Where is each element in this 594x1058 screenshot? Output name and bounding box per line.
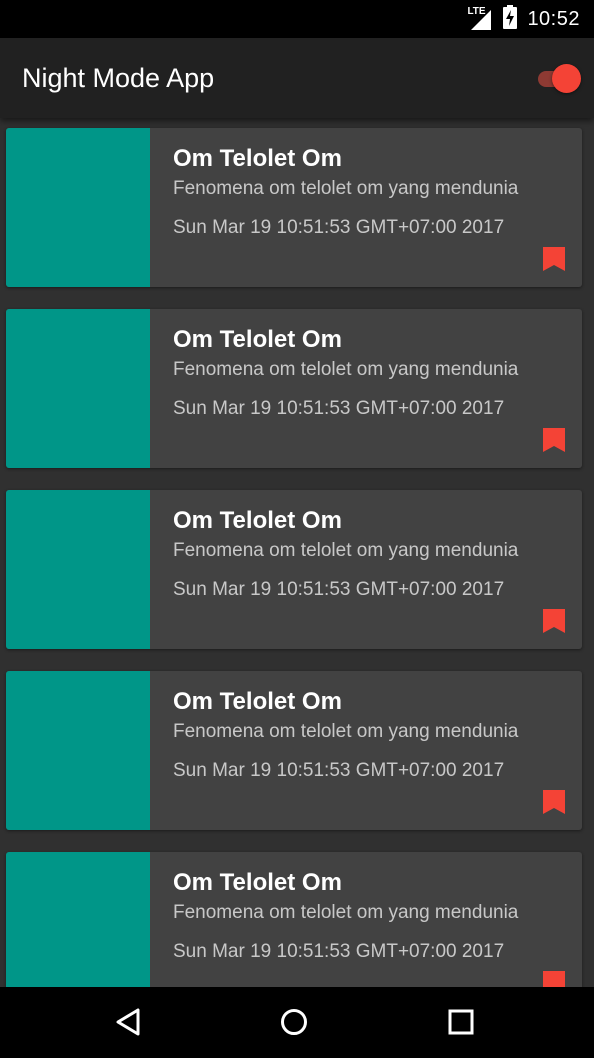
status-time: 10:52 <box>527 7 580 30</box>
app-title: Night Mode App <box>22 62 215 93</box>
item-thumbnail <box>6 490 150 649</box>
list-item[interactable]: Om Telolet Om Fenomena om telolet om yan… <box>6 490 582 649</box>
item-thumbnail <box>6 128 150 287</box>
item-date: Sun Mar 19 10:51:53 GMT+07:00 2017 <box>173 398 505 419</box>
list-item[interactable]: Om Telolet Om Fenomena om telolet om yan… <box>6 309 582 468</box>
bookmark-icon[interactable] <box>543 247 565 271</box>
lte-signal-icon: LTE <box>465 6 493 32</box>
item-subtitle: Fenomena om telolet om yang mendunia <box>173 178 519 199</box>
navigation-bar <box>0 987 594 1058</box>
status-bar: LTE 10:52 <box>0 0 594 38</box>
item-title: Om Telolet Om <box>173 507 342 534</box>
bookmark-icon[interactable] <box>543 790 565 814</box>
item-subtitle: Fenomena om telolet om yang mendunia <box>173 359 519 380</box>
item-subtitle: Fenomena om telolet om yang mendunia <box>173 902 519 923</box>
article-list: Om Telolet Om Fenomena om telolet om yan… <box>6 128 582 1033</box>
bookmark-icon[interactable] <box>543 428 565 452</box>
recents-icon[interactable] <box>446 1007 476 1037</box>
home-icon[interactable] <box>279 1007 309 1037</box>
item-title: Om Telolet Om <box>173 688 342 715</box>
item-date: Sun Mar 19 10:51:53 GMT+07:00 2017 <box>173 760 505 781</box>
item-title: Om Telolet Om <box>173 145 342 172</box>
bookmark-icon[interactable] <box>543 609 565 633</box>
item-date: Sun Mar 19 10:51:53 GMT+07:00 2017 <box>173 579 505 600</box>
item-date: Sun Mar 19 10:51:53 GMT+07:00 2017 <box>173 941 505 962</box>
item-title: Om Telolet Om <box>173 869 342 896</box>
toggle-thumb <box>552 64 581 93</box>
list-item[interactable]: Om Telolet Om Fenomena om telolet om yan… <box>6 671 582 830</box>
item-date: Sun Mar 19 10:51:53 GMT+07:00 2017 <box>173 217 505 238</box>
item-thumbnail <box>6 309 150 468</box>
list-item[interactable]: Om Telolet Om Fenomena om telolet om yan… <box>6 128 582 287</box>
app-bar: Night Mode App <box>0 38 594 118</box>
item-title: Om Telolet Om <box>173 326 342 353</box>
night-mode-toggle[interactable] <box>534 62 584 94</box>
battery-charging-icon <box>503 4 518 34</box>
item-thumbnail <box>6 671 150 830</box>
back-icon[interactable] <box>113 1007 143 1037</box>
item-subtitle: Fenomena om telolet om yang mendunia <box>173 540 519 561</box>
item-subtitle: Fenomena om telolet om yang mendunia <box>173 721 519 742</box>
network-type-label: LTE <box>467 6 486 17</box>
